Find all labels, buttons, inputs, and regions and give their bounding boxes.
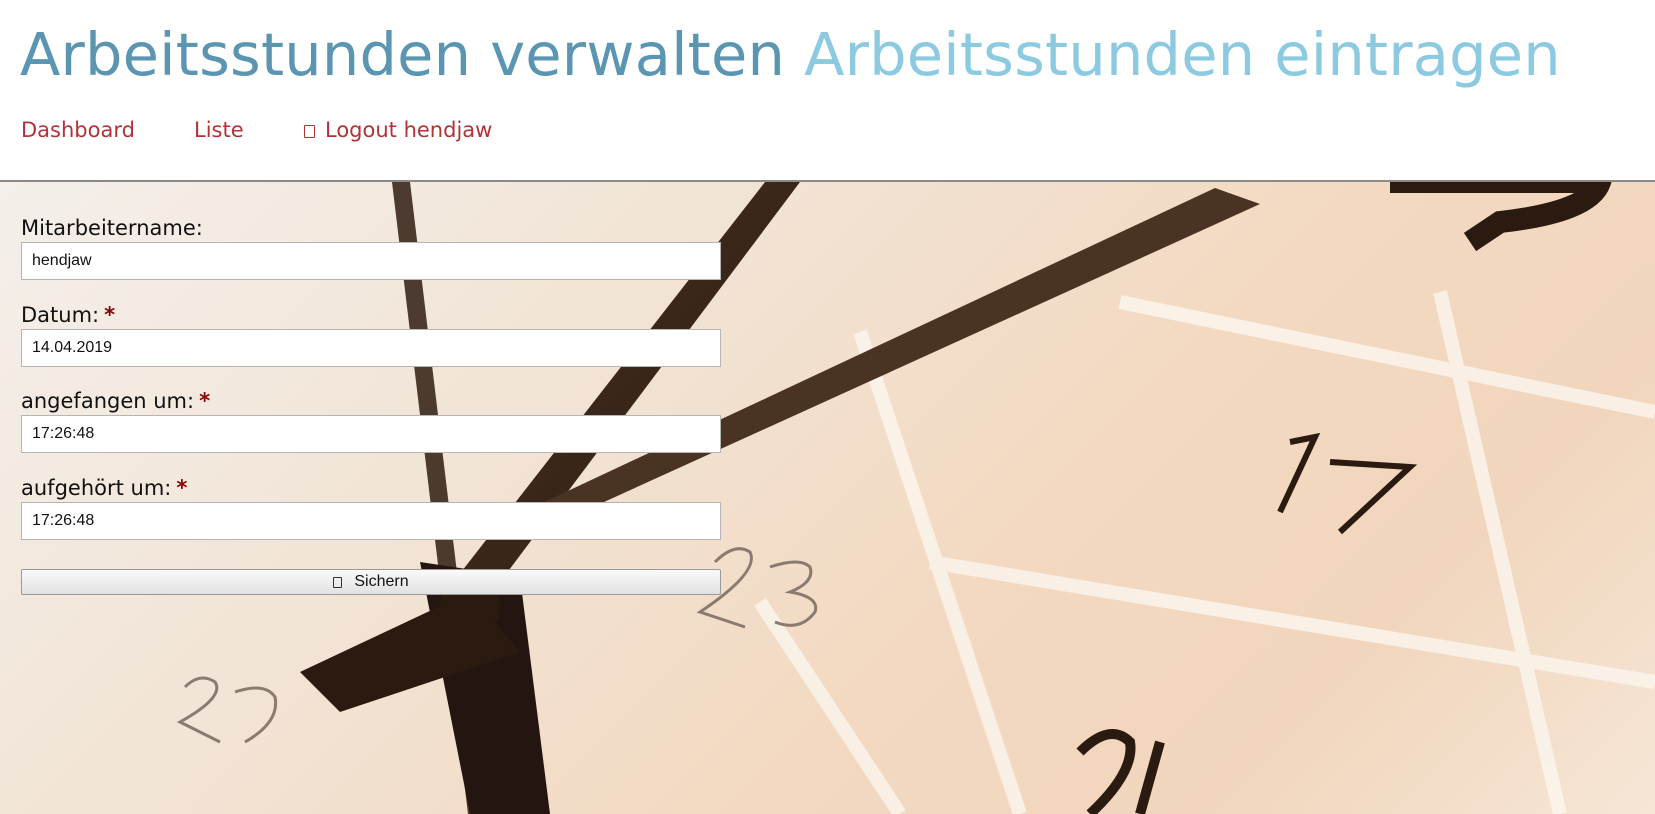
nav-dashboard-link[interactable]: Dashboard	[21, 115, 135, 145]
date-label: Datum: *	[21, 302, 115, 328]
required-marker: *	[104, 303, 116, 327]
save-button-label: Sichern	[354, 573, 409, 590]
required-marker: *	[199, 389, 211, 413]
nav-logout-link[interactable]: Logout hendjaw	[304, 115, 492, 145]
app-title: Arbeitsstunden verwalten	[20, 20, 786, 89]
save-button[interactable]: Sichern	[21, 569, 721, 595]
main-content: Mitarbeitername: Datum:* angefangen um:*…	[0, 182, 1655, 814]
start-time-input[interactable]	[21, 415, 721, 453]
save-icon	[333, 576, 343, 588]
logout-label: Logout hendjaw	[325, 118, 493, 142]
required-marker: *	[176, 476, 188, 500]
date-input[interactable]	[21, 329, 721, 367]
page-header: Arbeitsstunden verwalten Arbeitsstunden …	[0, 0, 1655, 182]
end-time-label: aufgehört um: *	[21, 475, 187, 501]
date-label-text: Datum:	[21, 303, 100, 327]
nav-liste-link[interactable]: Liste	[194, 115, 244, 145]
employee-name-label: Mitarbeitername:	[21, 215, 203, 241]
page-title: Arbeitsstunden verwalten Arbeitsstunden …	[20, 20, 1561, 90]
end-time-input[interactable]	[21, 502, 721, 540]
page-subtitle: Arbeitsstunden eintragen	[804, 20, 1561, 89]
employee-name-input[interactable]	[21, 242, 721, 280]
start-time-label-text: angefangen um:	[21, 389, 195, 413]
employee-name-label-text: Mitarbeitername:	[21, 216, 203, 240]
logout-icon	[304, 125, 315, 138]
end-time-label-text: aufgehört um:	[21, 476, 172, 500]
start-time-label: angefangen um: *	[21, 388, 210, 414]
